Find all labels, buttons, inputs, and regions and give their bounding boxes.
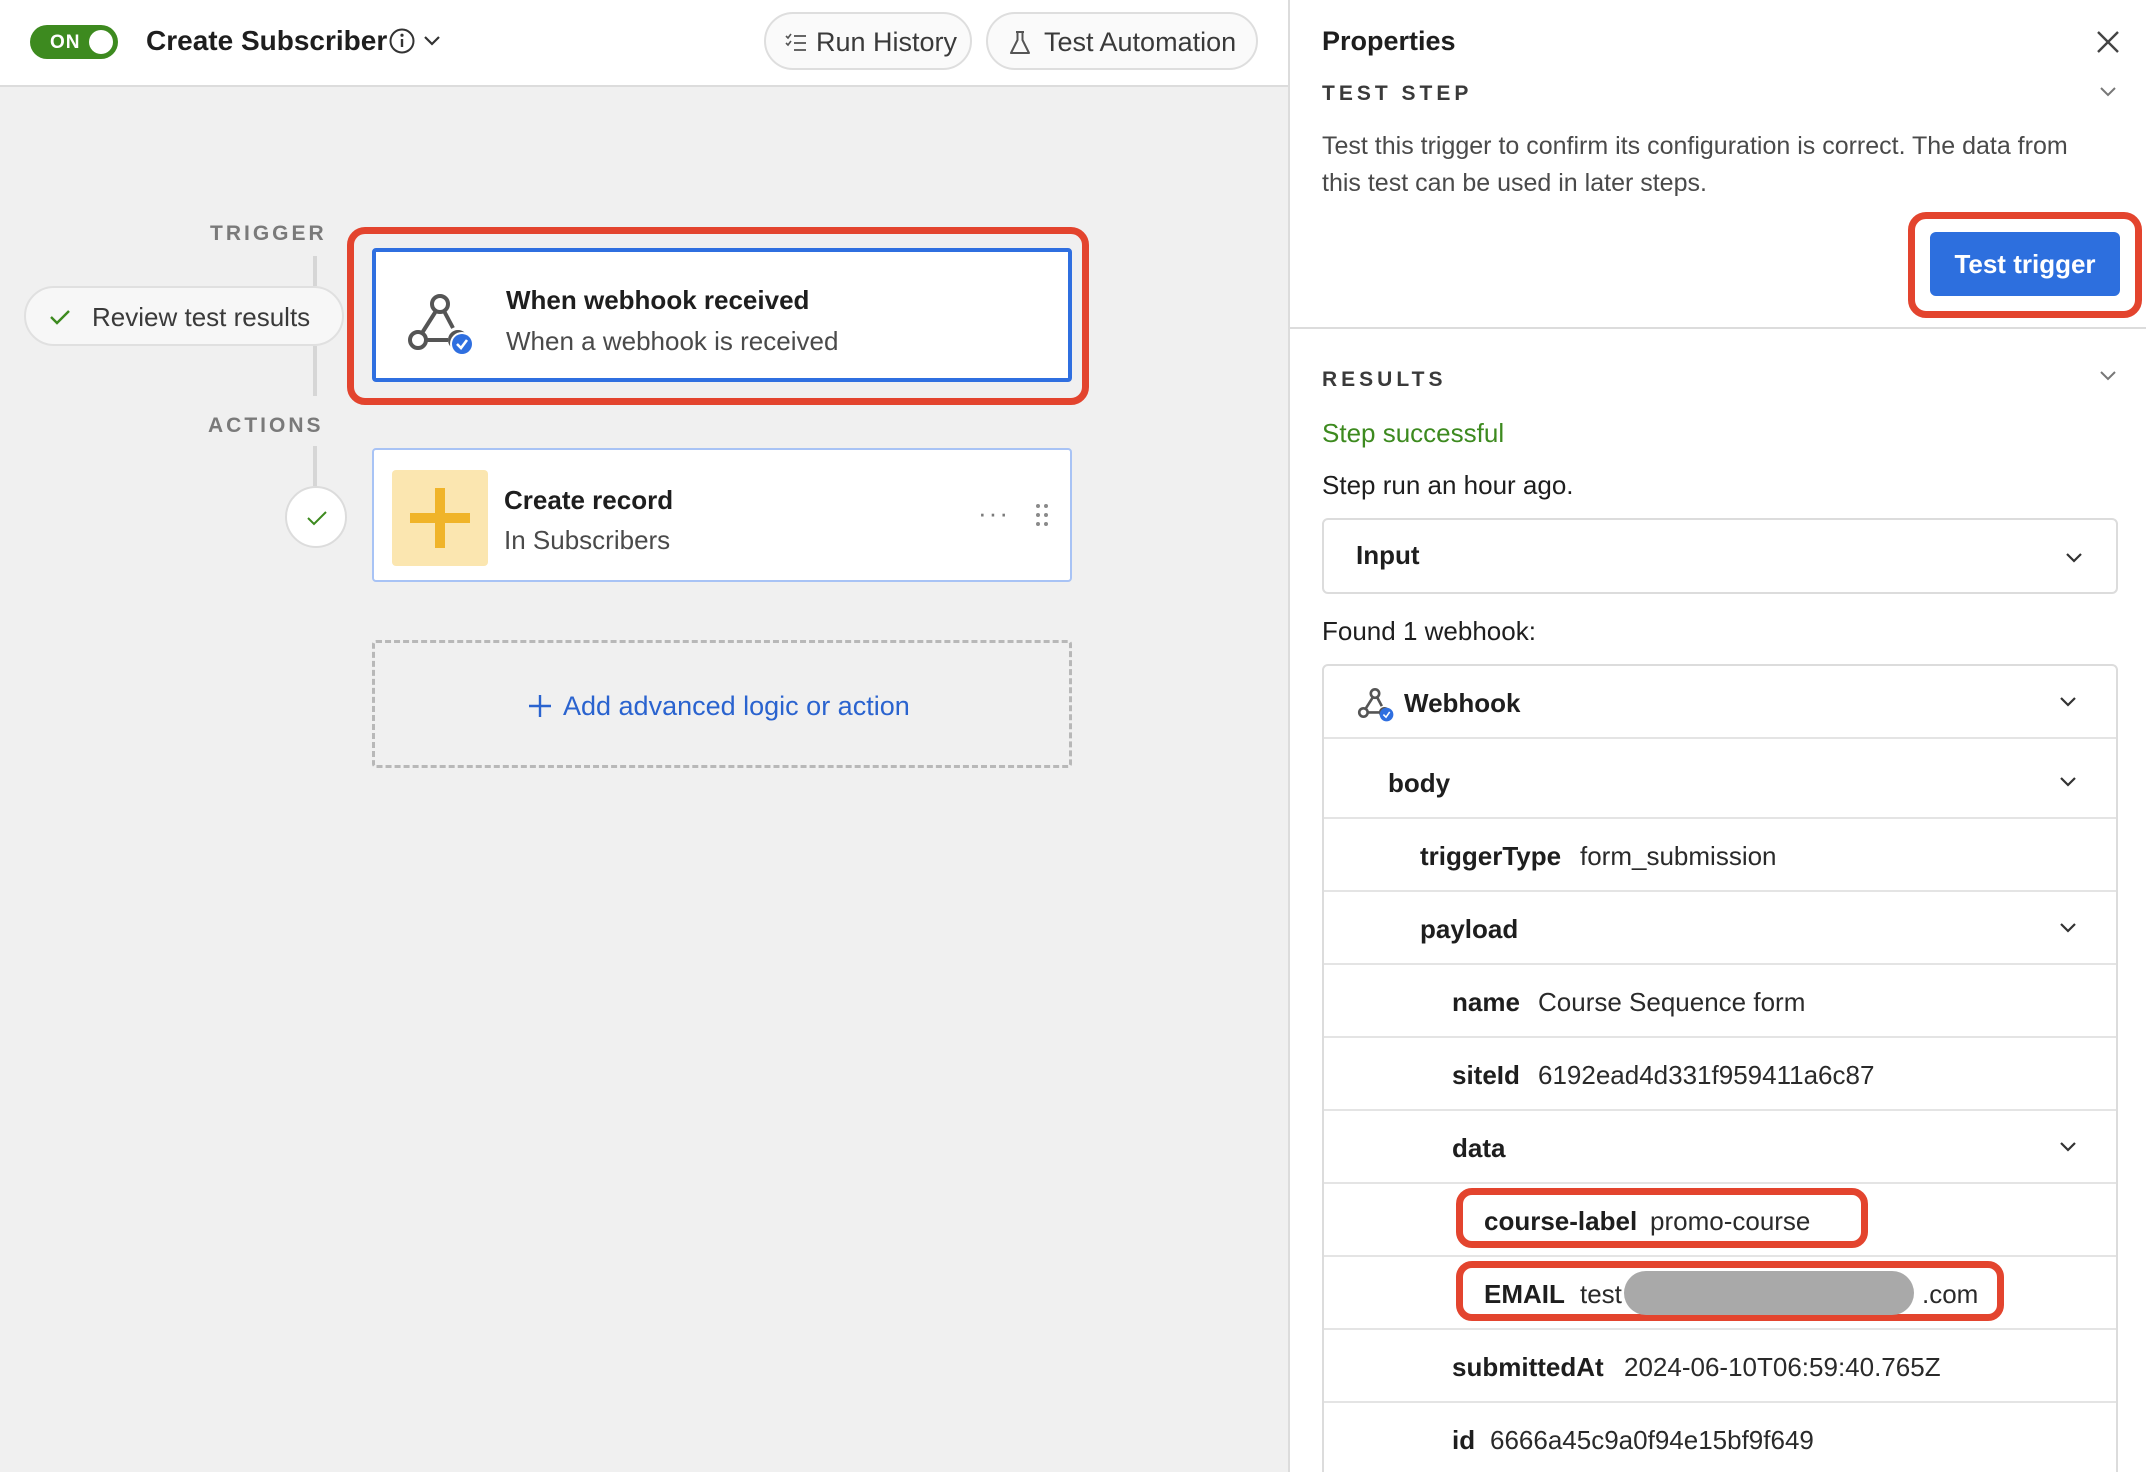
tree-row-id: id 6666a45c9a0f94e15bf9f649 bbox=[1324, 1403, 2116, 1472]
tree-key: triggerType bbox=[1420, 841, 1562, 871]
drag-handle-icon[interactable] bbox=[1034, 502, 1050, 528]
chevron-down-icon[interactable] bbox=[420, 29, 444, 53]
check-icon bbox=[50, 310, 70, 325]
tree-row-data[interactable]: data bbox=[1324, 1111, 2116, 1184]
input-label: Input bbox=[1356, 540, 1420, 570]
tree-key: id bbox=[1452, 1425, 1476, 1455]
chevron-down-icon bbox=[2066, 553, 2082, 563]
status-text: Step successful bbox=[1322, 418, 1505, 448]
tree-row-payload[interactable]: payload bbox=[1324, 892, 2116, 965]
add-logic-label: Add advanced logic or action bbox=[563, 691, 910, 721]
tree-row-course-label: course-label promo-course bbox=[1324, 1184, 2116, 1257]
run-history-button[interactable]: Run History bbox=[764, 12, 972, 70]
tree-row-submitted-at: submittedAt 2024-06-10T06:59:40.765Z bbox=[1324, 1330, 2116, 1403]
webhook-icon bbox=[1357, 688, 1394, 722]
plus-icon bbox=[529, 695, 551, 717]
panel-title: Properties bbox=[1322, 26, 1456, 56]
tree-value: .com bbox=[1922, 1279, 1979, 1309]
more-options-icon[interactable]: ··· bbox=[978, 498, 1010, 529]
flask-icon bbox=[1010, 31, 1030, 54]
check-icon bbox=[307, 511, 327, 526]
found-text: Found 1 webhook: bbox=[1322, 616, 1536, 646]
tree-key: payload bbox=[1420, 914, 1519, 944]
tree-key: data bbox=[1452, 1133, 1506, 1163]
trigger-card[interactable]: When webhook received When a webhook is … bbox=[372, 248, 1072, 382]
tree-row-site-id: siteId 6192ead4d331f959411a6c87 bbox=[1324, 1038, 2116, 1111]
webhook-icon bbox=[408, 294, 474, 356]
tree-value: form_submission bbox=[1580, 841, 1777, 871]
tree-key: name bbox=[1452, 987, 1520, 1017]
action-icon-box bbox=[392, 470, 488, 566]
chevron-down-icon bbox=[2060, 923, 2076, 933]
info-icon[interactable] bbox=[388, 27, 416, 55]
plus-icon bbox=[410, 488, 470, 548]
toggle-knob bbox=[89, 30, 113, 54]
chevron-down-icon bbox=[2060, 1142, 2076, 1152]
tree-row-body[interactable]: body bbox=[1324, 746, 2116, 819]
actions-section-label: ACTIONS bbox=[208, 414, 324, 437]
tree-key: body bbox=[1388, 768, 1451, 798]
top-bar: ON Create Subscriber Run History Test Au… bbox=[0, 0, 1288, 87]
tree-value: 6666a45c9a0f94e15bf9f649 bbox=[1490, 1425, 1814, 1455]
properties-panel: Properties TEST STEP Test this trigger t… bbox=[1288, 0, 2146, 1472]
tree-value: promo-course bbox=[1650, 1206, 1811, 1236]
section-divider bbox=[1290, 327, 2146, 329]
step-status-check bbox=[285, 486, 347, 548]
test-step-heading: TEST STEP bbox=[1322, 82, 1473, 105]
action-card[interactable]: Create record In Subscribers ··· bbox=[372, 448, 1072, 582]
tree-row-trigger-type: triggerType form_submission bbox=[1324, 819, 2116, 892]
run-history-label: Run History bbox=[816, 27, 958, 57]
connector-line bbox=[313, 446, 317, 486]
review-test-results-button[interactable]: Review test results bbox=[24, 286, 344, 346]
tree-key: Webhook bbox=[1404, 688, 1521, 718]
chevron-down-icon bbox=[2060, 777, 2076, 787]
tree-key: course-label bbox=[1484, 1206, 1638, 1236]
tree-row-email: EMAIL test .com bbox=[1324, 1257, 2116, 1330]
add-logic-button[interactable]: Add advanced logic or action bbox=[372, 640, 1072, 768]
tree-key: submittedAt bbox=[1452, 1352, 1604, 1382]
tree-value: 6192ead4d331f959411a6c87 bbox=[1538, 1060, 1875, 1090]
test-automation-label: Test Automation bbox=[1044, 27, 1237, 57]
close-icon[interactable] bbox=[2094, 28, 2122, 56]
tree-value: test bbox=[1580, 1279, 1622, 1309]
tree-key: EMAIL bbox=[1484, 1279, 1565, 1309]
list-check-icon bbox=[785, 33, 806, 51]
action-title: Create record bbox=[504, 485, 674, 515]
trigger-title: When webhook received bbox=[506, 285, 810, 315]
chevron-down-icon[interactable] bbox=[2096, 364, 2120, 388]
result-tree: Webhook body triggerType form_submission… bbox=[1322, 664, 2118, 1472]
tree-row-webhook[interactable]: Webhook bbox=[1324, 666, 2116, 739]
automation-canvas: ON Create Subscriber Run History Test Au… bbox=[0, 0, 1288, 1472]
tree-key: siteId bbox=[1452, 1060, 1520, 1090]
input-dropdown[interactable]: Input bbox=[1322, 518, 2118, 594]
test-automation-button[interactable]: Test Automation bbox=[986, 12, 1258, 70]
connector-line bbox=[313, 256, 317, 286]
action-subtitle: In Subscribers bbox=[504, 525, 671, 555]
chevron-down-icon bbox=[2060, 697, 2076, 707]
tree-value: 2024-06-10T06:59:40.765Z bbox=[1624, 1352, 1941, 1382]
redacted-block bbox=[1624, 1271, 1914, 1315]
run-time-text: Step run an hour ago. bbox=[1322, 470, 1574, 500]
toggle-label: ON bbox=[50, 32, 81, 53]
on-off-toggle[interactable]: ON bbox=[30, 25, 118, 59]
test-trigger-button[interactable]: Test trigger bbox=[1930, 232, 2120, 296]
results-heading: RESULTS bbox=[1322, 368, 1447, 391]
trigger-section-label: TRIGGER bbox=[210, 222, 327, 245]
review-test-results-label: Review test results bbox=[92, 302, 311, 332]
trigger-subtitle: When a webhook is received bbox=[506, 326, 839, 356]
connector-line bbox=[313, 346, 317, 396]
tree-value: Course Sequence form bbox=[1538, 987, 1806, 1017]
chevron-down-icon[interactable] bbox=[2096, 80, 2120, 104]
tree-row-name: name Course Sequence form bbox=[1324, 965, 2116, 1038]
test-step-description: Test this trigger to confirm its configu… bbox=[1322, 132, 2068, 197]
automation-title[interactable]: Create Subscriber bbox=[146, 25, 387, 57]
